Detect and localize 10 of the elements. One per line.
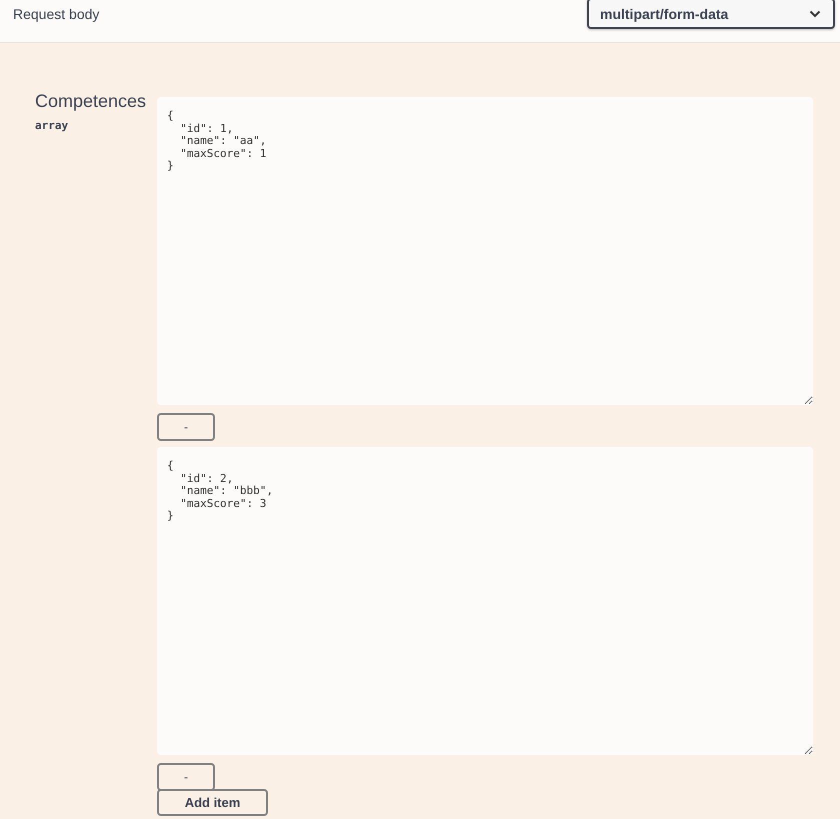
json-input-field[interactable]: { "id": 1, "name": "aa", "maxScore": 1 } [157, 97, 813, 405]
remove-item-button[interactable]: - [157, 763, 215, 791]
add-item-button[interactable]: Add item [157, 789, 268, 816]
content-type-select[interactable]: multipart/form-data [587, 0, 835, 29]
json-input-field[interactable]: { "id": 2, "name": "bbb", "maxScore": 3 } [157, 447, 813, 755]
parameter-type: array [35, 119, 70, 132]
remove-item-button[interactable]: - [157, 413, 215, 441]
section-title: Request body [13, 6, 100, 22]
caret-icon [809, 10, 821, 18]
parameter-name: Competences [35, 91, 148, 112]
